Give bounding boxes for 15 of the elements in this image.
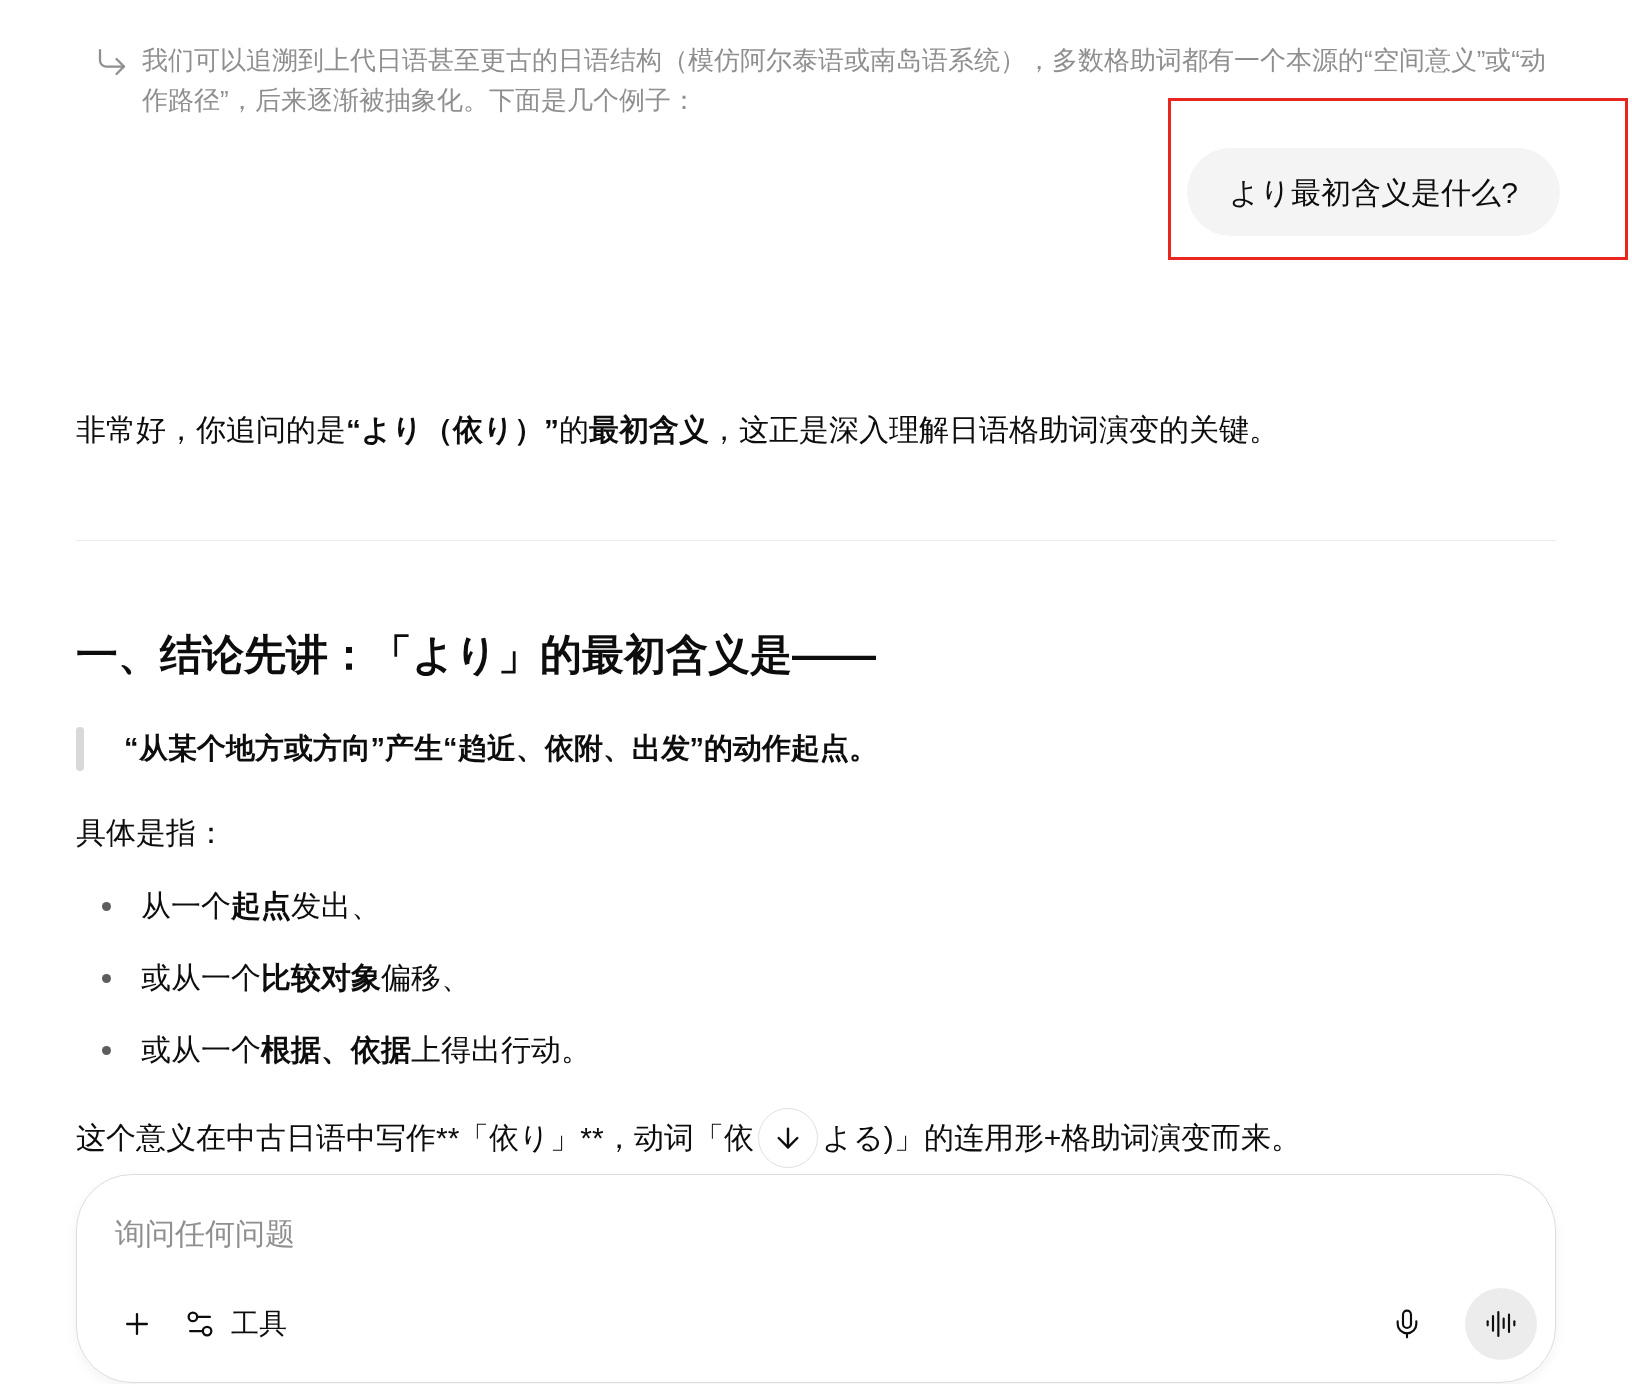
bullet-text: 或从一个比较对象偏移、 [141, 960, 471, 996]
response-intro: 非常好，你追问的是“より（依り）”的最初含义，这正是深入理解日语格助词演变的关键。 [76, 412, 1280, 448]
blockquote-text: “从某个地方或方向”产生“趋近、依附、出发”的动作起点。 [124, 731, 878, 767]
message-input[interactable]: 询问任何问题 [115, 1211, 1517, 1257]
tools-button[interactable]: 工具 [183, 1303, 287, 1345]
closing-text: よる)」的连用形+格助词演变而来。 [821, 1120, 1302, 1156]
section-heading: 一、结论先讲：「より」的最初含义是—— [76, 630, 877, 680]
bullet-text: 从一个起点发出、 [141, 888, 381, 924]
quoted-text: 我们可以追溯到上代日语甚至更古的日语结构（模仿阿尔泰语或南岛语系统），多数格助词都有一个本源的“空间意义”或“动作路径”，后来逐渐被抽象化。下面是几个例子： [142, 44, 1547, 117]
bullet-text: 或从一个根据、依据上得出行动。 [141, 1032, 591, 1068]
quote-bar [76, 727, 84, 771]
user-message-bubble: より最初含义是什么? [1187, 148, 1560, 236]
closing-text: 这个意义在中古日语中写作**「依り」**，动词「依 [76, 1120, 754, 1156]
waveform-icon [1485, 1308, 1517, 1340]
lead-text: 具体是指： [76, 815, 227, 851]
